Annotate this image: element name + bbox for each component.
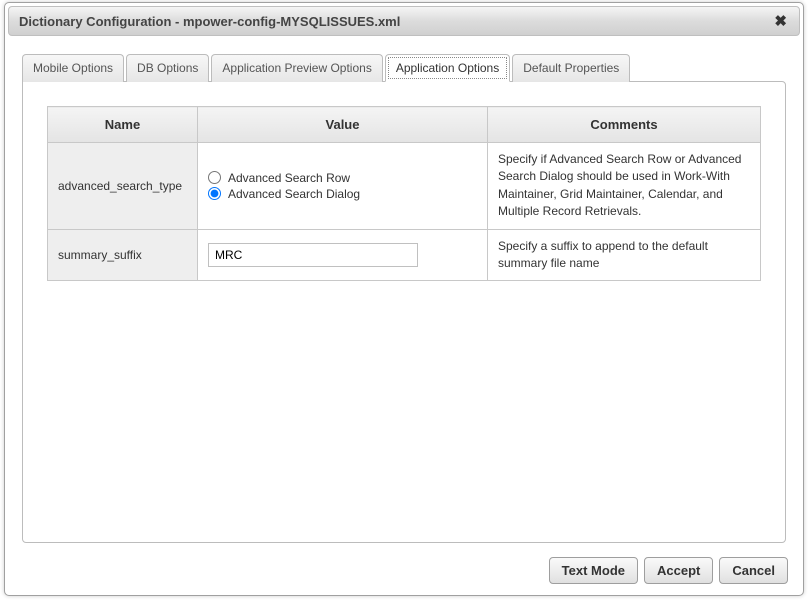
tab-application-preview-options[interactable]: Application Preview Options: [211, 54, 382, 82]
radio-option: Advanced Search Row: [208, 171, 477, 185]
row-name: advanced_search_type: [48, 143, 198, 230]
radio-label: Advanced Search Row: [228, 171, 350, 185]
close-icon[interactable]: ✖: [772, 12, 789, 30]
tab-default-properties[interactable]: Default Properties: [512, 54, 630, 82]
tab-bar: Mobile Options DB Options Application Pr…: [22, 53, 786, 81]
tab-application-options[interactable]: Application Options: [385, 54, 510, 82]
row-value: [198, 229, 488, 281]
row-comments: Specify if Advanced Search Row or Advanc…: [488, 143, 761, 230]
radio-option: Advanced Search Dialog: [208, 187, 477, 201]
radio-label: Advanced Search Dialog: [228, 187, 360, 201]
dialog-title: Dictionary Configuration - mpower-config…: [19, 14, 772, 29]
tab-db-options[interactable]: DB Options: [126, 54, 209, 82]
dialog-body: Mobile Options DB Options Application Pr…: [8, 39, 800, 549]
row-name: summary_suffix: [48, 229, 198, 281]
row-value: Advanced Search Row Advanced Search Dial…: [198, 143, 488, 230]
titlebar: Dictionary Configuration - mpower-config…: [8, 6, 800, 36]
table-row: advanced_search_type Advanced Search Row…: [48, 143, 761, 230]
col-header-comments: Comments: [488, 107, 761, 143]
accept-button[interactable]: Accept: [644, 557, 713, 584]
tab-mobile-options[interactable]: Mobile Options: [22, 54, 124, 82]
radio-advanced-search-dialog[interactable]: [208, 187, 221, 200]
dialog-window: Dictionary Configuration - mpower-config…: [4, 2, 804, 596]
table-row: summary_suffix Specify a suffix to appen…: [48, 229, 761, 281]
radio-advanced-search-row[interactable]: [208, 171, 221, 184]
text-mode-button[interactable]: Text Mode: [549, 557, 638, 584]
button-bar: Text Mode Accept Cancel: [8, 549, 800, 592]
col-header-value: Value: [198, 107, 488, 143]
config-table: Name Value Comments advanced_search_type…: [47, 106, 761, 281]
row-comments: Specify a suffix to append to the defaul…: [488, 229, 761, 281]
summary-suffix-input[interactable]: [208, 243, 418, 267]
col-header-name: Name: [48, 107, 198, 143]
tab-panel: Name Value Comments advanced_search_type…: [22, 81, 786, 543]
cancel-button[interactable]: Cancel: [719, 557, 788, 584]
